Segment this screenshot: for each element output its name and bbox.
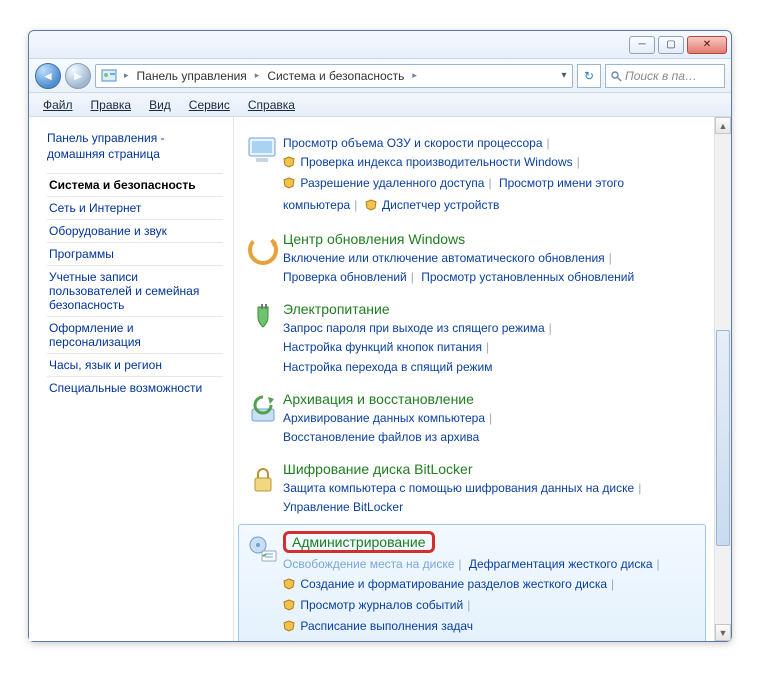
power-icon [243, 301, 283, 341]
link-power-buttons[interactable]: Настройка функций кнопок питания [283, 340, 482, 354]
category-power: Электропитание Запрос пароля при выходе … [238, 294, 706, 384]
forward-button[interactable]: ► [65, 63, 91, 89]
sidebar: Панель управления - домашняя страница Си… [29, 117, 234, 641]
link-check-updates[interactable]: Проверка обновлений [283, 270, 407, 284]
back-button[interactable]: ◄ [35, 63, 61, 89]
search-input[interactable]: Поиск в па… [605, 64, 725, 88]
link-password-wake[interactable]: Запрос пароля при выходе из спящего режи… [283, 321, 545, 335]
link-partitions[interactable]: Создание и форматирование разделов жестк… [300, 577, 607, 591]
close-button[interactable]: ✕ [687, 36, 727, 54]
nav-row: ◄ ► ▸ Панель управления ▸ Система и безо… [29, 59, 731, 93]
sidebar-item-system-security[interactable]: Система и безопасность [47, 173, 223, 196]
minimize-button[interactable]: ─ [629, 36, 655, 54]
shield-icon [365, 198, 377, 217]
search-placeholder: Поиск в па… [625, 69, 697, 83]
category-backup: Архивация и восстановление Архивирование… [238, 384, 706, 454]
shield-icon [283, 577, 295, 596]
shield-icon [283, 155, 295, 174]
sidebar-item-programs[interactable]: Программы [47, 242, 223, 265]
menu-file[interactable]: Файл [35, 96, 81, 114]
chevron-icon: ▸ [253, 70, 262, 81]
menu-tools[interactable]: Сервис [181, 96, 238, 114]
menu-edit[interactable]: Правка [83, 96, 140, 114]
menu-view[interactable]: Вид [141, 96, 179, 114]
refresh-button[interactable]: ↻ [577, 64, 601, 88]
link-eventlog[interactable]: Просмотр журналов событий [300, 598, 463, 612]
title-bitlocker[interactable]: Шифрование диска BitLocker [283, 461, 473, 477]
link-sleep[interactable]: Настройка перехода в спящий режим [283, 360, 492, 374]
menu-bar: Файл Правка Вид Сервис Справка [29, 93, 731, 117]
shield-icon [283, 598, 295, 617]
link-installed-updates[interactable]: Просмотр установленных обновлений [421, 270, 634, 284]
title-administration-highlight: Администрирование [283, 531, 435, 553]
scroll-down-button[interactable]: ▼ [715, 624, 731, 641]
scroll-thumb[interactable] [716, 330, 730, 546]
title-power[interactable]: Электропитание [283, 301, 390, 317]
control-panel-window: ─ ▢ ✕ ◄ ► ▸ Панель управления ▸ Система … [28, 30, 732, 642]
titlebar: ─ ▢ ✕ [29, 31, 731, 59]
link-defrag[interactable]: Дефрагментация жесткого диска [469, 557, 653, 571]
main-panel: Просмотр объема ОЗУ и скорости процессор… [234, 117, 714, 641]
address-dropdown-icon[interactable]: ▾ [556, 70, 572, 81]
sidebar-home-1[interactable]: Панель управления - [47, 131, 223, 145]
link-ram-cpu[interactable]: Просмотр объема ОЗУ и скорости процессор… [283, 136, 543, 150]
sidebar-item-clock[interactable]: Часы, язык и регион [47, 353, 223, 376]
category-bitlocker: Шифрование диска BitLocker Защита компью… [238, 454, 706, 524]
chevron-icon: ▸ [122, 70, 131, 81]
link-remote[interactable]: Разрешение удаленного доступа [300, 176, 484, 190]
category-administration: Администрирование Освобождение места на … [238, 524, 706, 641]
title-backup[interactable]: Архивация и восстановление [283, 391, 474, 407]
bitlocker-icon [243, 461, 283, 501]
sidebar-item-accessibility[interactable]: Специальные возможности [47, 376, 223, 399]
system-icon [243, 132, 283, 172]
windows-update-icon [243, 231, 283, 271]
link-perf-index[interactable]: Проверка индекса производительности Wind… [300, 155, 572, 169]
sidebar-home-2[interactable]: домашняя страница [47, 147, 223, 161]
backup-icon [243, 391, 283, 431]
menu-help[interactable]: Справка [240, 96, 303, 114]
search-icon [610, 70, 622, 82]
link-restore[interactable]: Восстановление файлов из архива [283, 430, 479, 444]
title-windows-update[interactable]: Центр обновления Windows [283, 231, 465, 247]
link-tasksched[interactable]: Расписание выполнения задач [300, 619, 473, 633]
sidebar-item-hardware[interactable]: Оборудование и звук [47, 219, 223, 242]
link-bitlocker-protect[interactable]: Защита компьютера с помощью шифрования д… [283, 481, 634, 495]
category-windows-update: Центр обновления Windows Включение или о… [238, 224, 706, 294]
shield-icon [283, 176, 295, 195]
sidebar-item-appearance[interactable]: Оформление и персонализация [47, 316, 223, 353]
shield-icon [283, 619, 295, 638]
scrollbar[interactable]: ▲ ▼ [714, 117, 731, 641]
link-disk-cleanup[interactable]: Освобождение места на диске [283, 557, 454, 571]
control-panel-icon [100, 67, 118, 85]
content-area: Панель управления - домашняя страница Си… [29, 117, 731, 641]
sidebar-item-network[interactable]: Сеть и Интернет [47, 196, 223, 219]
link-bitlocker-manage[interactable]: Управление BitLocker [283, 500, 403, 514]
link-backup[interactable]: Архивирование данных компьютера [283, 411, 485, 425]
scroll-track[interactable] [715, 134, 731, 624]
administration-icon [243, 531, 283, 571]
maximize-button[interactable]: ▢ [658, 36, 684, 54]
address-bar[interactable]: ▸ Панель управления ▸ Система и безопасн… [95, 64, 573, 88]
link-auto-update[interactable]: Включение или отключение автоматического… [283, 251, 605, 265]
title-administration[interactable]: Администрирование [292, 534, 426, 550]
breadcrumb-current[interactable]: Система и безопасность [261, 65, 410, 87]
link-devmgr[interactable]: Диспетчер устройств [382, 198, 499, 212]
breadcrumb-root[interactable]: Панель управления [131, 65, 253, 87]
category-system: Просмотр объема ОЗУ и скорости процессор… [238, 125, 706, 224]
scroll-up-button[interactable]: ▲ [715, 117, 731, 134]
chevron-icon: ▸ [410, 70, 419, 81]
sidebar-item-accounts[interactable]: Учетные записи пользователей и семейная … [47, 265, 223, 316]
